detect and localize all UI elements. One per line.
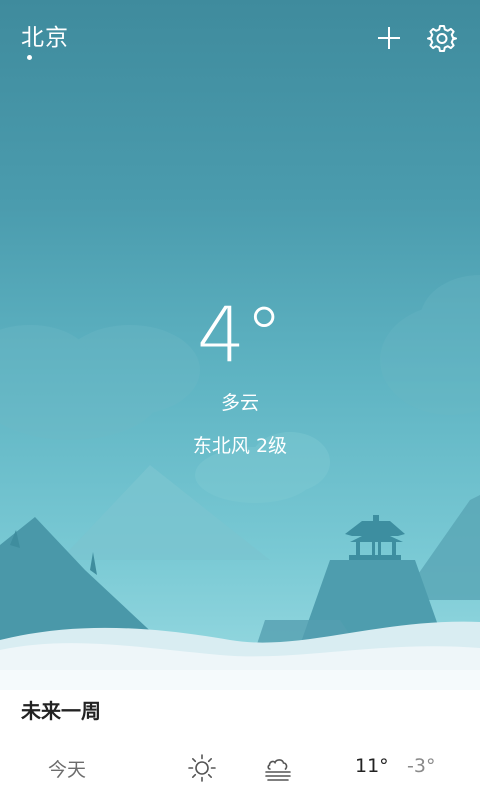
pavilion [345, 515, 405, 560]
settings-button[interactable] [426, 22, 458, 54]
city-name[interactable]: 北京 [21, 18, 69, 52]
wind-info: 东北风 2级 [192, 435, 288, 457]
weather-screen: 北京 4° 多云 东北风 2级 未来一周 今天 11° -3° [0, 0, 480, 800]
forecast-low-temp: -3° [407, 755, 436, 777]
page-indicator-dot [27, 55, 32, 60]
forecast-high-temp: 11° [355, 755, 389, 777]
sun-icon [188, 754, 216, 782]
weather-condition: 多云 [220, 392, 259, 414]
add-city-button[interactable] [373, 22, 405, 54]
gear-icon [427, 25, 457, 52]
forecast-row[interactable]: 今天 11° -3° [0, 745, 480, 789]
plus-icon [378, 27, 400, 49]
current-temperature: 4° [196, 290, 284, 379]
fog-icon [265, 759, 291, 781]
forecast-title: 未来一周 [21, 699, 101, 723]
forecast-day-label: 今天 [48, 759, 87, 781]
top-bar: 北京 [0, 0, 480, 70]
